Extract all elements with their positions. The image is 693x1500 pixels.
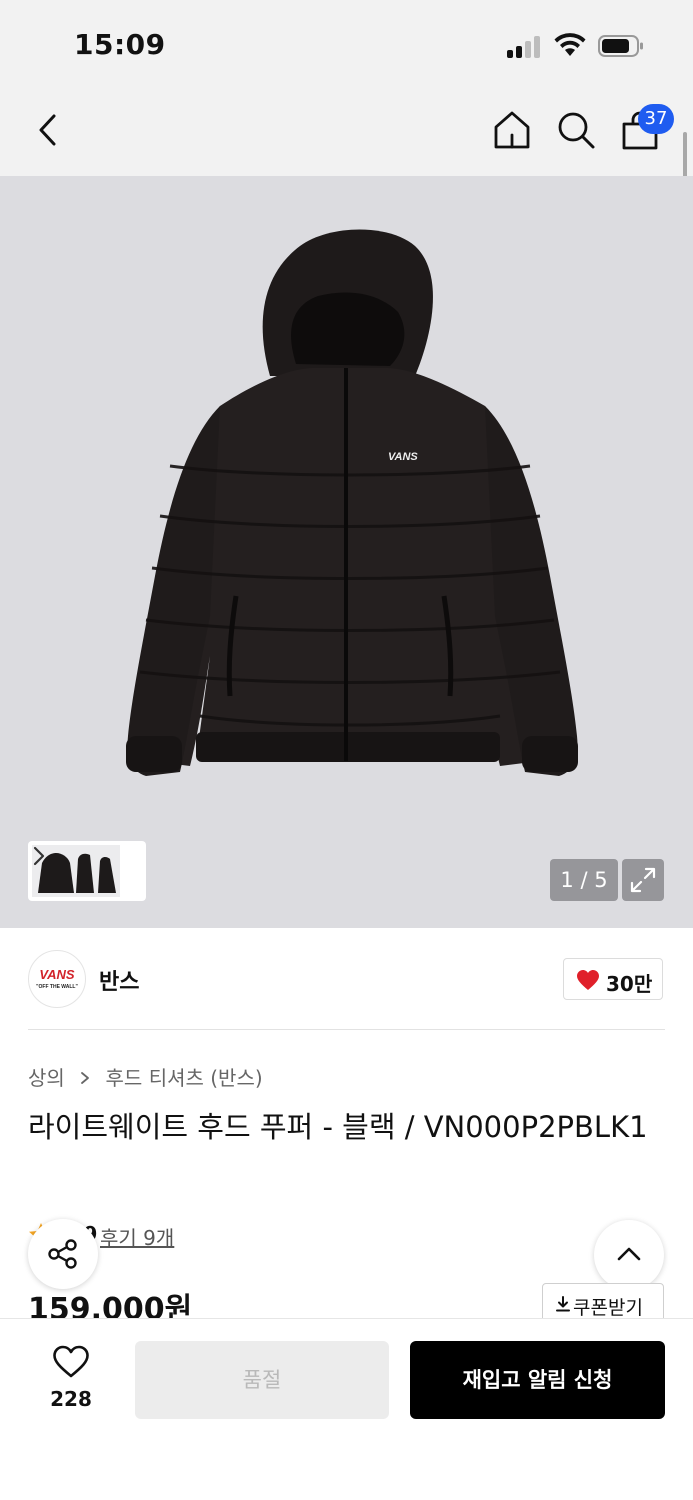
- back-icon[interactable]: [32, 108, 68, 152]
- scroll-to-top-button[interactable]: [594, 1220, 664, 1290]
- wishlist-count: 228: [50, 1387, 92, 1411]
- brand-logo-word: VANS: [39, 967, 75, 982]
- brand-like-button[interactable]: 30만: [563, 958, 663, 1000]
- cart-count-badge: 37: [638, 104, 674, 134]
- gallery-page-indicator: 1 / 5: [550, 859, 618, 901]
- jacket-chest-logo: VANS: [388, 451, 418, 463]
- bottom-action-bar: 228 품절 재입고 알림 신청: [0, 1318, 693, 1500]
- breadcrumb-item-hoodie[interactable]: 후드 티셔츠 (반스): [106, 1066, 263, 1090]
- top-navigation-bar: [0, 88, 693, 176]
- heart-outline-icon: [53, 1345, 89, 1378]
- product-image[interactable]: VANS: [60, 216, 640, 786]
- coupon-button[interactable]: 쿠폰받기: [542, 1283, 664, 1323]
- review-link[interactable]: 후기 9개: [100, 1222, 174, 1251]
- wifi-icon: [554, 33, 586, 56]
- product-image-gallery[interactable]: VANS 1 / 5: [0, 176, 693, 928]
- chevron-right-icon: [33, 846, 45, 866]
- brand-row: VANS "OFF THE WALL" 반스 30만: [0, 928, 693, 1030]
- heart-filled-icon: [577, 970, 599, 990]
- brand-like-count: 30만: [606, 972, 653, 996]
- expand-icon[interactable]: [622, 859, 664, 901]
- share-icon: [48, 1239, 77, 1269]
- thumbnail-strip[interactable]: [28, 841, 146, 901]
- divider: [28, 1029, 665, 1030]
- breadcrumb-item-top[interactable]: 상의: [28, 1066, 65, 1090]
- share-button[interactable]: [28, 1219, 98, 1289]
- chevron-up-icon: [617, 1247, 641, 1261]
- breadcrumb: 상의 후드 티셔츠 (반스): [28, 1062, 263, 1091]
- cellular-signal-icon: [507, 34, 543, 58]
- restock-alert-button[interactable]: 재입고 알림 신청: [410, 1341, 665, 1419]
- wishlist-button[interactable]: 228: [40, 1343, 102, 1413]
- battery-icon: [598, 35, 643, 57]
- brand-logo[interactable]: VANS "OFF THE WALL": [28, 950, 86, 1008]
- status-time: 15:09: [74, 28, 166, 61]
- home-icon[interactable]: [490, 108, 534, 152]
- chevron-right-icon: [81, 1072, 90, 1084]
- brand-logo-tagline: "OFF THE WALL": [36, 984, 78, 990]
- soldout-button: 품절: [135, 1341, 389, 1419]
- status-bar: 15:09: [0, 0, 693, 88]
- download-icon: [556, 1296, 570, 1312]
- coupon-label: 쿠폰받기: [573, 1297, 643, 1319]
- search-icon[interactable]: [554, 108, 598, 152]
- brand-name[interactable]: 반스: [99, 964, 139, 996]
- product-title: 라이트웨이트 후드 푸퍼 - 블랙 / VN000P2PBLK1: [28, 1110, 648, 1144]
